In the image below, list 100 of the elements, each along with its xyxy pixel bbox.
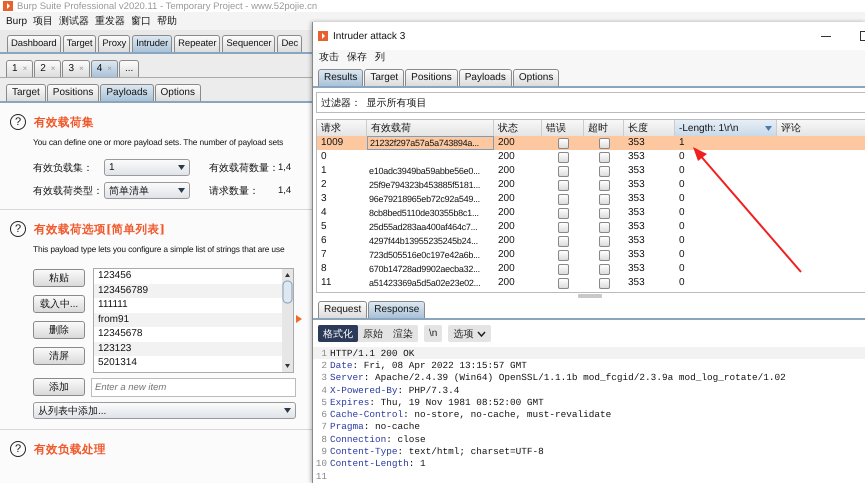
table-cell-text: 200 xyxy=(497,150,516,164)
button[interactable]: 删除 xyxy=(33,321,85,339)
button[interactable]: 粘贴 xyxy=(33,269,85,287)
tab[interactable]: Payloads xyxy=(100,84,154,101)
tab[interactable]: Options xyxy=(154,84,201,101)
checkbox[interactable] xyxy=(558,180,568,190)
checkbox[interactable] xyxy=(558,138,568,148)
table-cell-text: 0 xyxy=(678,206,686,220)
tab[interactable]: Payloads xyxy=(458,69,512,86)
checkbox[interactable] xyxy=(598,278,610,288)
tab[interactable]: Results xyxy=(318,69,364,86)
checkbox[interactable] xyxy=(558,236,568,246)
table-cell-text: 96e79218965eb72c92a549... xyxy=(368,193,481,206)
menu-item[interactable]: 窗口 xyxy=(131,14,152,28)
menu-item[interactable]: Burp xyxy=(6,16,28,26)
options-button[interactable]: 选项 xyxy=(448,325,492,342)
checkbox[interactable] xyxy=(598,222,610,232)
filter-bar[interactable]: 过滤器： 显示所有项目 xyxy=(316,92,865,113)
menu-item[interactable]: 重发器 xyxy=(95,14,126,28)
list-item[interactable]: 123123 xyxy=(94,342,282,356)
tab[interactable]: 2 × xyxy=(34,60,62,77)
tab[interactable]: 3 × xyxy=(62,60,90,77)
checkbox[interactable] xyxy=(558,208,568,218)
menu-item[interactable]: 测试器 xyxy=(59,14,90,28)
dropdown[interactable]: 1 xyxy=(104,159,190,176)
section-title: 有效载荷选项[简单列表] xyxy=(34,222,165,236)
help-button[interactable]: ? xyxy=(10,441,26,457)
tab[interactable]: ... xyxy=(118,60,140,77)
tab[interactable]: Positions xyxy=(46,84,100,101)
checkbox[interactable] xyxy=(598,138,610,148)
table-cell: 21232f297a57a5a743894a... xyxy=(367,136,494,150)
menu-item[interactable]: 列 xyxy=(375,50,385,64)
view-mode-button[interactable]: 格式化 xyxy=(318,325,358,342)
tab[interactable]: Repeater xyxy=(174,35,220,52)
input-field[interactable]: Enter a new item xyxy=(91,378,296,397)
checkbox[interactable] xyxy=(598,152,610,162)
table-cell-text: 0 xyxy=(678,234,686,248)
checkbox[interactable] xyxy=(558,250,568,260)
tab[interactable]: 1 × xyxy=(6,60,34,77)
checkbox[interactable] xyxy=(598,264,610,274)
menu-item[interactable]: 帮助 xyxy=(157,14,178,28)
add-button[interactable]: 添加 xyxy=(33,378,85,396)
table-cell-text: 670b14728ad9902aecba32... xyxy=(368,263,481,276)
table-cell-text: 25f9e794323b453885f5181... xyxy=(368,179,482,192)
dropdown[interactable]: 从列表中添加... xyxy=(33,402,296,419)
tab[interactable]: Target xyxy=(62,35,96,52)
table-cell-text: 8 xyxy=(320,262,328,276)
checkbox[interactable] xyxy=(598,180,610,190)
tab[interactable]: Sequencer xyxy=(222,35,276,52)
tab[interactable]: 4 × xyxy=(90,60,118,77)
tab[interactable]: Dashboard xyxy=(7,35,61,52)
list-item[interactable]: 12345678 xyxy=(94,327,282,342)
table-cell-text: 200 xyxy=(497,136,516,150)
checkbox[interactable] xyxy=(558,194,568,204)
menu-item[interactable]: 项目 xyxy=(33,14,54,28)
table-row[interactable]: 1009 21232f297a57a5a743894a... 200 353 1 xyxy=(317,136,865,150)
tab[interactable]: Positions xyxy=(405,69,458,86)
code-line: HTTP/1.1 200 OK xyxy=(330,348,414,359)
table-cell-text: 353 xyxy=(627,150,646,164)
tab[interactable]: Request xyxy=(318,301,368,318)
tab[interactable]: Options xyxy=(512,69,560,86)
checkbox[interactable] xyxy=(598,166,610,176)
list-item[interactable]: 123456 xyxy=(94,269,282,284)
checkbox[interactable] xyxy=(558,152,568,162)
tab[interactable]: Target xyxy=(364,69,404,86)
table-cell-text: 353 xyxy=(627,192,646,206)
button[interactable]: 清屏 xyxy=(33,347,85,365)
tab[interactable]: Proxy xyxy=(98,35,130,52)
newline-button[interactable]: \n xyxy=(424,325,442,342)
menu-item[interactable]: 保存 xyxy=(347,50,367,64)
tab[interactable]: Dec xyxy=(277,35,302,52)
column-header[interactable]: -Length: 1\r\n xyxy=(675,120,777,136)
tab[interactable]: Response xyxy=(368,301,426,318)
table-cell-text: 0 xyxy=(678,276,686,290)
checkbox[interactable] xyxy=(598,236,610,246)
list-item[interactable]: 5201314 xyxy=(94,356,282,370)
help-button[interactable]: ? xyxy=(10,221,26,237)
button[interactable]: 载入中... xyxy=(33,295,85,313)
checkbox[interactable] xyxy=(558,222,568,232)
checkbox[interactable] xyxy=(598,208,610,218)
table-cell-text: 3 xyxy=(320,192,328,206)
window-title: Burp Suite Professional v2020.11 - Temporary Project - www.52pojie.cn xyxy=(17,0,318,12)
list-item[interactable]: 111111 xyxy=(94,298,282,312)
field-label: 请求数量： xyxy=(209,184,260,198)
list-item[interactable]: 123456789 xyxy=(94,284,282,298)
checkbox[interactable] xyxy=(558,264,568,274)
checkbox[interactable] xyxy=(598,250,610,260)
help-button[interactable]: ? xyxy=(10,114,26,130)
checkbox[interactable] xyxy=(598,194,610,204)
menu-item[interactable]: 攻击 xyxy=(319,50,339,64)
code-line: Expires: Thu, 19 Nov 1981 08:52:00 GMT xyxy=(330,396,544,408)
field-label: 有效负载集： xyxy=(33,162,94,174)
checkbox[interactable] xyxy=(558,166,568,176)
table-cell-text: 11 xyxy=(320,276,332,290)
dropdown[interactable]: 简单清单 xyxy=(104,182,190,199)
table-cell-text: 353 xyxy=(627,276,646,290)
list-item[interactable]: from91 xyxy=(94,312,282,327)
checkbox[interactable] xyxy=(558,278,568,288)
tab[interactable]: Intruder xyxy=(132,35,172,52)
tab[interactable]: Target xyxy=(6,84,46,101)
